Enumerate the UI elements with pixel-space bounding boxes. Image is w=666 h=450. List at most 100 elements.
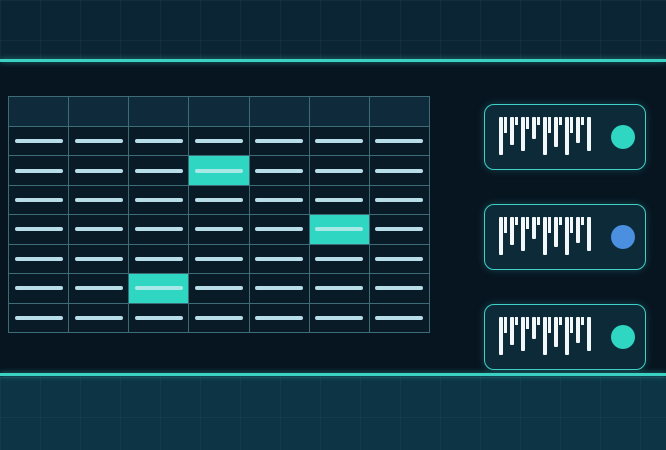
table-cell[interactable] [189,274,250,304]
placeholder-text-bar [315,227,364,232]
status-dot [611,125,635,149]
table-cell[interactable] [69,303,130,333]
table-header-cell[interactable] [309,97,370,127]
table-cell[interactable] [249,244,310,275]
table-cell[interactable] [369,274,430,304]
placeholder-text-bar [14,227,63,232]
table-cell[interactable] [129,185,190,216]
placeholder-text-bar [194,198,243,203]
placeholder-text-bar [194,168,243,173]
placeholder-text-bar [375,286,424,291]
placeholder-text-bar [14,168,63,173]
placeholder-text-bar [14,139,63,144]
table-header-cell[interactable] [129,97,190,127]
table-header-cell[interactable] [369,97,430,127]
table-cell[interactable] [69,274,130,304]
placeholder-text-bar [14,256,63,261]
placeholder-text-bar [255,198,304,203]
placeholder-text-bar [315,198,364,203]
table-cell[interactable] [129,215,190,245]
table-cell[interactable] [369,185,430,216]
table-cell[interactable] [9,156,70,186]
top-divider [0,59,666,62]
table-cell[interactable] [69,127,130,157]
table-cell-selected[interactable] [189,156,250,186]
table-cell[interactable] [309,185,370,216]
status-card-1[interactable] [484,104,646,170]
data-table [8,96,430,333]
placeholder-text-bar [134,315,183,320]
table-header-cell[interactable] [9,97,70,127]
table-cell-selected[interactable] [309,215,370,245]
table-cell[interactable] [369,244,430,275]
table-cell[interactable] [249,274,310,304]
table-cell[interactable] [69,156,130,186]
placeholder-text-bar [375,139,424,144]
table-cell[interactable] [249,156,310,186]
table-cell[interactable] [369,127,430,157]
table-cell[interactable] [9,274,70,304]
table-cell[interactable] [189,215,250,245]
placeholder-text-bar [194,286,243,291]
placeholder-text-bar [315,256,364,261]
placeholder-text-bar [255,286,304,291]
table-cell[interactable] [129,156,190,186]
table-cell[interactable] [9,215,70,245]
table-cell[interactable] [9,303,70,333]
placeholder-text-bar [315,315,364,320]
bottom-band [0,377,666,450]
placeholder-text-bar [134,139,183,144]
table-cell[interactable] [189,185,250,216]
table-cell[interactable] [369,215,430,245]
placeholder-text-bar [14,198,63,203]
placeholder-text-bar [134,286,183,291]
placeholder-text-bar [194,256,243,261]
placeholder-text-bar [74,286,123,291]
status-card-3[interactable] [484,304,646,370]
placeholder-text-bar [134,227,183,232]
table-cell[interactable] [249,215,310,245]
barcode-icon [499,317,591,355]
placeholder-text-bar [315,139,364,144]
placeholder-text-bar [255,139,304,144]
table-cell[interactable] [309,156,370,186]
table-cell-selected[interactable] [129,274,190,304]
status-card-2[interactable] [484,204,646,270]
table-header-cell[interactable] [249,97,310,127]
table-cell[interactable] [9,127,70,157]
table-cell[interactable] [369,303,430,333]
barcode-icon [499,117,591,155]
bottom-divider [0,373,666,376]
placeholder-text-bar [315,168,364,173]
table-cell[interactable] [69,244,130,275]
placeholder-text-bar [74,315,123,320]
placeholder-text-bar [375,227,424,232]
table-header-cell[interactable] [69,97,130,127]
table-cell[interactable] [249,127,310,157]
table-cell[interactable] [189,127,250,157]
table-cell[interactable] [69,215,130,245]
table-cell[interactable] [129,303,190,333]
table-cell[interactable] [249,185,310,216]
placeholder-text-bar [134,198,183,203]
table-cell[interactable] [189,303,250,333]
table-cell[interactable] [129,127,190,157]
table-cell[interactable] [9,185,70,216]
table-cell[interactable] [309,274,370,304]
table-cell[interactable] [369,156,430,186]
table-cell[interactable] [189,244,250,275]
placeholder-text-bar [74,139,123,144]
table-header-cell[interactable] [189,97,250,127]
table-cell[interactable] [309,127,370,157]
table-cell[interactable] [309,244,370,275]
placeholder-text-bar [194,315,243,320]
top-band [0,0,666,60]
status-dot [611,225,635,249]
table-cell[interactable] [129,244,190,275]
table-cell[interactable] [69,185,130,216]
placeholder-text-bar [74,227,123,232]
table-cell[interactable] [249,303,310,333]
status-dot [611,325,635,349]
table-cell[interactable] [309,303,370,333]
table-cell[interactable] [9,244,70,275]
